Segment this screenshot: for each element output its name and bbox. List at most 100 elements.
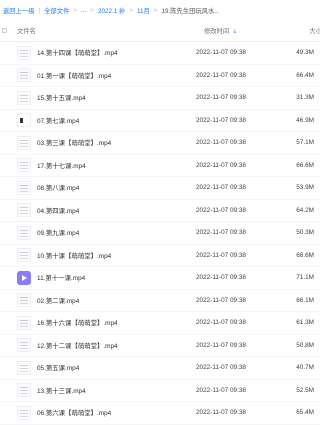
file-thumbnail-icon (17, 203, 31, 218)
file-thumbnail-icon (17, 113, 31, 128)
file-row[interactable]: 06.第六课【萌萌堂】.mp4 2022-11-07 09:38 65.4M (0, 402, 320, 425)
file-size: 49.3M (296, 49, 314, 57)
breadcrumb: 返回上一级 | 全部文件 > ... > 2022.1 补 > 11月 > 19… (0, 0, 320, 20)
file-size: 52.5M (296, 386, 314, 394)
file-thumbnail-icon (17, 360, 31, 375)
file-modified-time: 2022-11-07 09:38 (196, 296, 246, 304)
column-header-size[interactable]: 大小 (292, 26, 320, 35)
file-thumbnail-icon (17, 180, 31, 195)
breadcrumb-back-link[interactable]: 返回上一级 (3, 6, 34, 15)
file-name[interactable]: 15.第十五课.mp4 (37, 93, 86, 102)
breadcrumb-separator: > (73, 6, 77, 14)
breadcrumb-year-link[interactable]: 2022.1 补 (98, 6, 125, 15)
video-file-icon (17, 270, 31, 285)
file-row[interactable]: 01.第一课【萌萌堂】.mp4 2022-11-07 09:38 66.4M (0, 65, 320, 87)
file-list-header: 文件名 修改时间 ⇣ 大小 (0, 20, 320, 42)
select-all-checkbox[interactable] (2, 28, 7, 33)
file-modified-time: 2022-11-07 09:38 (196, 341, 246, 349)
file-row[interactable]: 07.第七课.mp4 2022-11-07 09:38 46.9M (0, 110, 320, 132)
file-modified-time: 2022-11-07 09:38 (196, 161, 246, 169)
file-name[interactable]: 13.第十三课.mp4 (37, 386, 86, 395)
file-row[interactable]: 04.第四课.mp4 2022-11-07 09:38 64.2M (0, 200, 320, 222)
file-row[interactable]: 02.第二课.mp4 2022-11-07 09:38 66.1M (0, 290, 320, 312)
file-size: 66.6M (296, 161, 314, 169)
file-thumbnail-icon (17, 90, 31, 105)
file-size: 71.1M (296, 274, 314, 282)
file-size: 57.1M (296, 139, 314, 147)
file-row[interactable]: 03.第三课【萌萌堂】.mp4 2022-11-07 09:38 57.1M (0, 132, 320, 155)
file-modified-time: 2022-11-07 09:38 (196, 364, 246, 372)
breadcrumb-separator: > (90, 6, 94, 14)
file-row[interactable]: 17.第十七课.mp4 2022-11-07 09:38 66.6M (0, 155, 320, 177)
file-thumbnail-icon (17, 405, 31, 420)
file-size: 66.4M (296, 71, 314, 79)
file-modified-time: 2022-11-07 09:38 (196, 139, 246, 147)
file-size: 66.1M (296, 296, 314, 304)
file-size: 50.8M (296, 341, 314, 349)
file-row[interactable]: 16.第十六课【萌萌堂】.mp4 2022-11-07 09:38 61.3M (0, 312, 320, 335)
file-thumbnail-icon (17, 248, 31, 263)
file-modified-time: 2022-11-07 09:38 (196, 386, 246, 394)
sort-down-icon[interactable]: ⇣ (232, 29, 237, 35)
file-row[interactable]: 12.第十二课【萌萌堂】.mp4 2022-11-07 09:38 50.8M (0, 335, 320, 357)
file-modified-time: 2022-11-07 09:38 (196, 319, 246, 327)
file-name[interactable]: 03.第三课【萌萌堂】.mp4 (37, 138, 111, 147)
file-row[interactable]: 05.第五课.mp4 2022-11-07 09:38 40.7M (0, 357, 320, 380)
file-size: 46.9M (296, 116, 314, 124)
file-name[interactable]: 04.第四课.mp4 (37, 206, 79, 215)
file-thumbnail-icon (17, 45, 31, 60)
file-thumbnail-icon (17, 225, 31, 240)
file-thumbnail-icon (17, 315, 31, 330)
file-row[interactable]: 13.第十三课.mp4 2022-11-07 09:38 52.5M (0, 380, 320, 402)
file-name[interactable]: 17.第十七课.mp4 (37, 161, 86, 170)
file-name[interactable]: 11.第十一课.mp4 (37, 273, 85, 282)
file-thumbnail-icon (17, 68, 31, 83)
column-header-modified-label: 修改时间 (204, 28, 230, 35)
file-name[interactable]: 10.第十课【萌萌堂】.mp4 (37, 251, 111, 260)
breadcrumb-month-link[interactable]: 11月 (137, 6, 150, 15)
breadcrumb-all-files-link[interactable]: 全部文件 (44, 6, 69, 15)
file-modified-time: 2022-11-07 09:38 (196, 274, 246, 282)
file-modified-time: 2022-11-07 09:38 (196, 49, 246, 57)
file-modified-time: 2022-11-07 09:38 (196, 94, 246, 102)
file-thumbnail-icon (17, 293, 31, 308)
file-modified-time: 2022-11-07 09:38 (196, 116, 246, 124)
file-modified-time: 2022-11-07 09:38 (196, 251, 246, 259)
file-name[interactable]: 14.第十四课【萌萌堂】.mp4 (37, 48, 118, 57)
file-size: 50.3M (296, 229, 314, 237)
column-header-name[interactable]: 文件名 (9, 26, 204, 35)
file-size: 53.9M (296, 184, 314, 192)
file-row[interactable]: 10.第十课【萌萌堂】.mp4 2022-11-07 09:38 68.6M (0, 245, 320, 267)
file-name[interactable]: 09.第九课.mp4 (37, 228, 79, 237)
file-list: 14.第十四课【萌萌堂】.mp4 2022-11-07 09:38 49.3M 01.… (0, 42, 320, 425)
file-size: 61.3M (296, 319, 314, 327)
file-name[interactable]: 06.第六课【萌萌堂】.mp4 (37, 408, 111, 417)
file-thumbnail-icon (17, 135, 31, 150)
breadcrumb-ellipsis-link[interactable]: ... (81, 7, 86, 14)
file-row[interactable]: 15.第十五课.mp4 2022-11-07 09:38 31.3M (0, 87, 320, 110)
file-modified-time: 2022-11-07 09:38 (196, 409, 246, 417)
file-name[interactable]: 07.第七课.mp4 (37, 116, 79, 125)
file-row[interactable]: 11.第十一课.mp4 2022-11-07 09:38 71.1M (0, 267, 320, 290)
file-name[interactable]: 01.第一课【萌萌堂】.mp4 (37, 71, 111, 80)
breadcrumb-separator: | (38, 6, 41, 14)
file-name[interactable]: 16.第十六课【萌萌堂】.mp4 (37, 318, 118, 327)
file-size: 31.3M (296, 94, 314, 102)
breadcrumb-separator: > (153, 6, 158, 14)
file-row[interactable]: 09.第九课.mp4 2022-11-07 09:38 50.3M (0, 222, 320, 245)
breadcrumb-current-folder: 19.陈先生田玩风水... (161, 7, 220, 15)
file-name[interactable]: 02.第二课.mp4 (37, 296, 79, 305)
file-name[interactable]: 08.第八课.mp4 (37, 183, 79, 192)
column-header-modified[interactable]: 修改时间 ⇣ (204, 26, 292, 35)
play-icon (22, 274, 27, 281)
file-name[interactable]: 12.第十二课【萌萌堂】.mp4 (37, 341, 118, 350)
file-modified-time: 2022-11-07 09:38 (196, 71, 246, 79)
file-thumbnail-icon (17, 158, 31, 173)
file-size: 68.6M (296, 251, 314, 259)
file-modified-time: 2022-11-07 09:38 (196, 206, 246, 214)
file-row[interactable]: 14.第十四课【萌萌堂】.mp4 2022-11-07 09:38 49.3M (0, 42, 320, 65)
file-row[interactable]: 08.第八课.mp4 2022-11-07 09:38 53.9M (0, 177, 320, 200)
file-size: 64.2M (296, 206, 314, 214)
file-name[interactable]: 05.第五课.mp4 (37, 363, 79, 372)
file-modified-time: 2022-11-07 09:38 (196, 184, 246, 192)
